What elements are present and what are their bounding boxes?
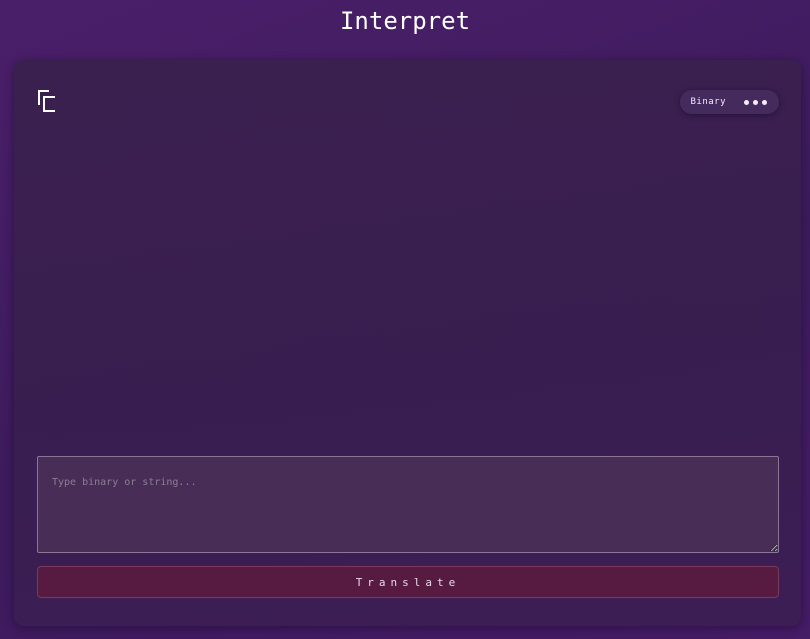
translator-panel: Binary Translate	[14, 60, 801, 626]
mode-selector[interactable]: Binary	[680, 90, 779, 114]
more-horizontal-icon-dot	[762, 99, 767, 105]
more-options-button[interactable]	[744, 99, 767, 105]
copy-icon	[38, 90, 55, 112]
more-horizontal-icon	[744, 99, 749, 105]
mode-label: Binary	[690, 97, 726, 107]
page-title: Interpret	[339, 7, 471, 35]
copy-button[interactable]	[36, 88, 58, 114]
more-horizontal-icon-dot	[753, 99, 758, 105]
translate-button[interactable]: Translate	[37, 566, 779, 598]
input-textarea[interactable]	[37, 456, 779, 553]
